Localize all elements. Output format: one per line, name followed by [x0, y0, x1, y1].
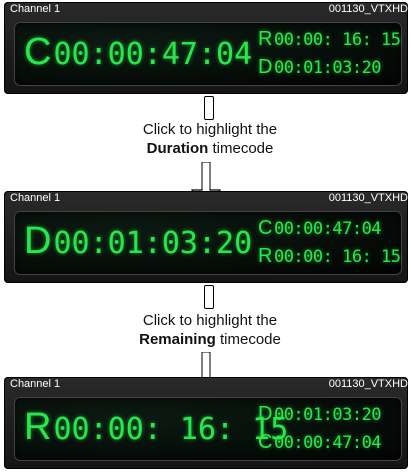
duration-timecode-small[interactable]: D 00:01:03:20	[258, 403, 382, 426]
timecode-letter: R	[24, 406, 52, 448]
panel-header: Channel 1 001130_VTXHD	[4, 377, 408, 391]
remaining-timecode-main[interactable]: R00:00: 16: 15	[24, 406, 289, 448]
timecode-value: 00:00: 16: 15	[53, 412, 289, 447]
timecode-letter: R	[258, 245, 272, 267]
timecode-value: 00:00:47:04	[53, 37, 253, 72]
timecode-letter: C	[258, 217, 272, 239]
timecode-letter: D	[258, 403, 272, 425]
duration-timecode-small[interactable]: D 00:01:03:20	[258, 56, 382, 79]
timecode-value: 00:00:47:04	[273, 433, 382, 453]
timecode-value: 00:00: 16: 15	[273, 30, 401, 50]
timecode-letter: C	[258, 431, 272, 453]
connector-line	[204, 285, 214, 309]
instruction-caption-2: Click to highlight the Remaining timecod…	[80, 311, 340, 349]
timecode-display[interactable]: R00:00: 16: 15 D 00:01:03:20 C 00:00:47:04	[14, 397, 402, 461]
current-timecode-main[interactable]: C00:00:47:04	[24, 31, 253, 73]
timecode-letter: D	[24, 220, 52, 262]
caption-rest: timecode	[208, 140, 274, 157]
channel-label: Channel 1	[10, 3, 61, 15]
timecode-display[interactable]: C00:00:47:04 R 00:00: 16: 15 D 00:01:03:20	[14, 22, 402, 86]
panel-header: Channel 1 001130_VTXHD	[4, 2, 408, 16]
caption-line: Click to highlight the	[142, 121, 278, 138]
instruction-caption-1: Click to highlight the Duration timecode	[80, 120, 340, 158]
caption-line-2: Duration timecode	[80, 139, 340, 158]
duration-timecode-main[interactable]: D00:01:03:20	[24, 220, 253, 262]
timecode-panel-2[interactable]: Channel 1 001130_VTXHD D00:01:03:20 C 00:…	[4, 191, 408, 283]
current-timecode-small[interactable]: C 00:00:47:04	[258, 217, 382, 240]
remaining-timecode-small[interactable]: R 00:00: 16: 15	[258, 245, 401, 268]
clip-name: 001130_VTXHD	[328, 378, 408, 390]
channel-label: Channel 1	[10, 378, 61, 390]
clip-name: 001130_VTXHD	[328, 3, 408, 15]
timecode-letter: C	[24, 31, 52, 73]
connector-line	[204, 96, 214, 120]
remaining-timecode-small[interactable]: R 00:00: 16: 15	[258, 28, 401, 51]
timecode-display[interactable]: D00:01:03:20 C 00:00:47:04 R 00:00: 16: 15	[14, 211, 402, 275]
timecode-value: 00:01:03:20	[273, 58, 382, 78]
timecode-value: 00:00: 16: 15	[273, 247, 401, 267]
timecode-panel-3[interactable]: Channel 1 001130_VTXHD R00:00: 16: 15 D0…	[4, 377, 408, 469]
caption-line-2: Remaining timecode	[80, 330, 340, 349]
caption-line: Click to highlight the	[142, 312, 278, 329]
caption-emphasis: Duration	[146, 140, 209, 157]
timecode-value: 00:01:03:20	[273, 405, 382, 425]
timecode-panel-1[interactable]: Channel 1 001130_VTXHD C00:00:47:04 R 00:…	[4, 2, 408, 94]
timecode-value: 00:01:03:20	[53, 226, 253, 261]
timecode-letter: D	[258, 56, 272, 78]
timecode-value: 00:00:47:04	[273, 219, 382, 239]
caption-emphasis: Remaining	[139, 331, 216, 348]
clip-name: 001130_VTXHD	[328, 192, 408, 204]
channel-label: Channel 1	[10, 192, 61, 204]
caption-rest: timecode	[215, 331, 281, 348]
timecode-letter: R	[258, 28, 272, 50]
panel-header: Channel 1 001130_VTXHD	[4, 191, 408, 205]
current-timecode-small[interactable]: C 00:00:47:04	[258, 431, 382, 454]
